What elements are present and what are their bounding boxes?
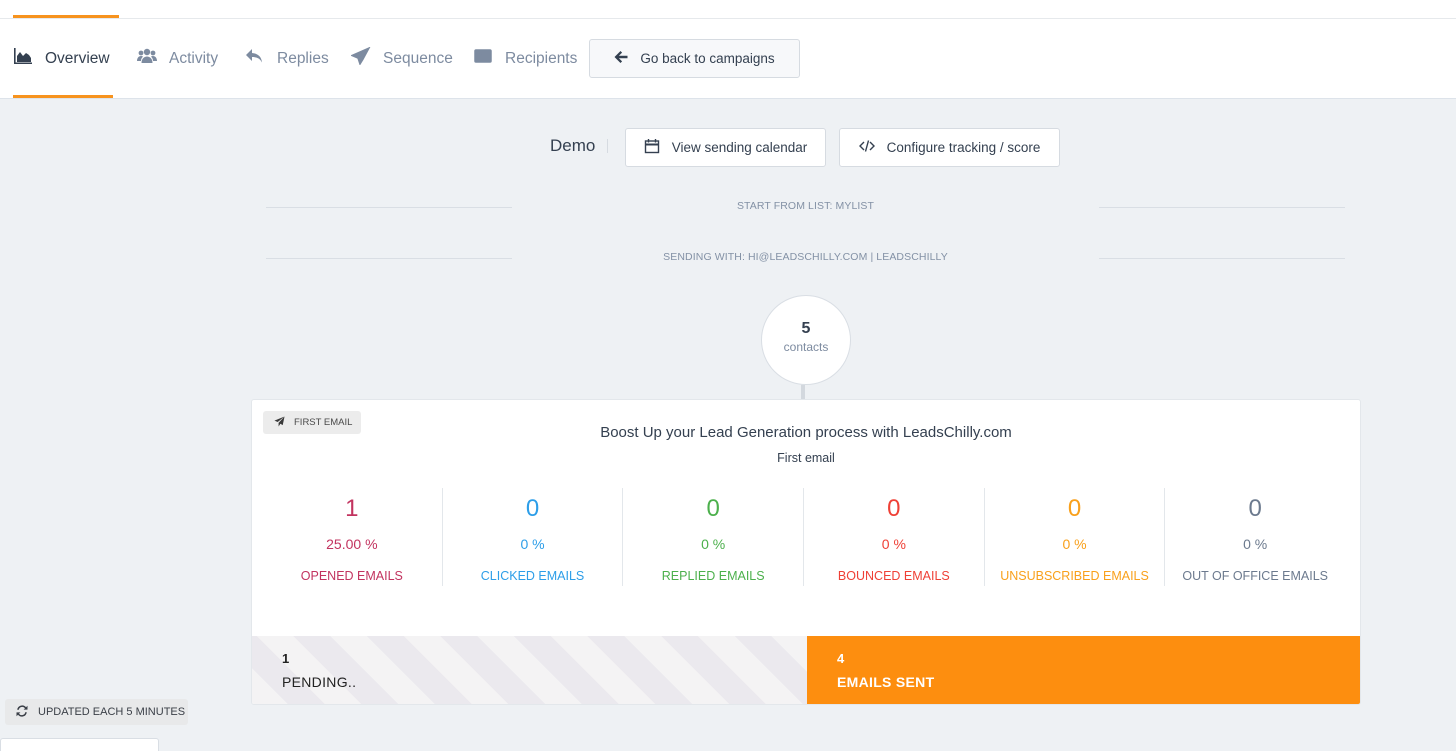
users-icon — [137, 47, 157, 70]
stat-value: 0 — [525, 495, 540, 522]
sending-with-text: SENDING WITH: HI@LEADSCHILLY.COM | LEADS… — [663, 251, 948, 263]
tab-label: Sequence — [383, 49, 453, 67]
top-accent-bar — [13, 15, 119, 18]
stat-label: UNSUBSCRIBED EMAILS — [1000, 569, 1149, 583]
sequence-connector — [801, 385, 805, 400]
start-from-list-text: START FROM LIST: MYLIST — [736, 200, 875, 212]
divider-line — [1099, 258, 1345, 259]
email-stats: 1 25.00 % OPENED EMAILS 0 0 % CLICKED EM… — [262, 488, 1345, 586]
name-separator — [607, 139, 608, 153]
stat-out-of-office: 0 0 % OUT OF OFFICE EMAILS — [1165, 488, 1345, 586]
stat-unsubscribed: 0 0 % UNSUBSCRIBED EMAILS — [985, 488, 1166, 586]
email-subject: Boost Up your Lead Generation process wi… — [600, 424, 1012, 441]
tab-label: Overview — [45, 49, 110, 67]
envelope-icon — [473, 47, 493, 70]
calendar-icon — [644, 138, 660, 157]
stat-label: BOUNCED EMAILS — [837, 569, 950, 583]
refresh-icon — [16, 704, 28, 720]
sent-count: 4 — [837, 651, 845, 666]
stat-label: REPLIED EMAILS — [661, 569, 765, 583]
code-icon — [858, 138, 875, 157]
tab-label: Replies — [277, 49, 329, 67]
tab-recipients[interactable]: Recipients — [473, 19, 577, 98]
step-name: First email — [777, 451, 835, 465]
stat-opened: 1 25.00 % OPENED EMAILS — [262, 488, 443, 586]
start-from-list-info: START FROM LIST: MYLIST — [266, 198, 1345, 218]
paper-plane-icon — [350, 46, 371, 70]
stat-percent: 25.00 % — [326, 536, 378, 552]
stat-replied: 0 0 % REPLIED EMAILS — [623, 488, 805, 586]
stat-label: OUT OF OFFICE EMAILS — [1182, 569, 1328, 583]
pending-label: PENDING.. — [282, 674, 357, 690]
tab-label: Activity — [169, 49, 219, 67]
configure-tracking-button[interactable]: Configure tracking / score — [839, 128, 1060, 167]
stat-clicked: 0 0 % CLICKED EMAILS — [443, 488, 624, 586]
sending-progress-bar: 1 PENDING.. 4 EMAILS SENT — [252, 636, 1360, 704]
contacts-count: 5 — [801, 320, 811, 337]
update-frequency-badge: UPDATED EACH 5 MINUTES — [5, 699, 188, 725]
back-button-label: Go back to campaigns — [640, 51, 775, 66]
top-strip — [0, 0, 1456, 19]
tab-label: Recipients — [505, 49, 578, 67]
tab-sequence[interactable]: Sequence — [350, 19, 453, 98]
contacts-label: contacts — [783, 340, 829, 354]
pending-count: 1 — [282, 651, 290, 666]
arrow-left-icon — [614, 50, 628, 67]
divider-line — [1099, 207, 1345, 208]
tab-overview[interactable]: Overview — [13, 19, 113, 98]
campaign-nav: Overview Activity Replies Sequence Recip… — [0, 19, 1456, 99]
stat-value: 1 — [345, 495, 359, 522]
stat-percent: 0 % — [520, 536, 545, 552]
stat-label: OPENED EMAILS — [300, 569, 403, 583]
sent-label: EMAILS SENT — [837, 674, 935, 690]
tab-activity[interactable]: Activity — [137, 19, 218, 98]
view-sending-calendar-button[interactable]: View sending calendar — [625, 128, 826, 167]
configure-tracking-label: Configure tracking / score — [886, 140, 1041, 155]
bottom-panel — [0, 738, 159, 751]
stat-value: 0 — [1248, 495, 1262, 522]
stat-bounced: 0 0 % BOUNCED EMAILS — [804, 488, 985, 586]
pending-segment: 1 PENDING.. — [252, 636, 807, 704]
stat-value: 0 — [1067, 495, 1082, 522]
stat-value: 0 — [706, 495, 720, 522]
stat-percent: 0 % — [1243, 536, 1268, 552]
stat-value: 0 — [887, 495, 901, 522]
campaign-name: Demo — [550, 136, 596, 155]
stat-percent: 0 % — [1062, 536, 1087, 552]
tab-replies[interactable]: Replies — [245, 19, 329, 98]
sent-segment: 4 EMAILS SENT — [807, 636, 1360, 704]
sequence-step-card: FIRST EMAIL Boost Up your Lead Generatio… — [251, 399, 1361, 705]
go-back-to-campaigns-button[interactable]: Go back to campaigns — [589, 39, 800, 78]
update-frequency-label: UPDATED EACH 5 MINUTES — [38, 706, 186, 718]
contacts-count-circle: 5 contacts — [761, 295, 851, 385]
stat-label: CLICKED EMAILS — [480, 569, 585, 583]
stat-percent: 0 % — [881, 536, 906, 552]
view-calendar-label: View sending calendar — [671, 140, 808, 155]
reply-icon — [245, 47, 265, 70]
stat-percent: 0 % — [701, 536, 726, 552]
area-chart-icon — [13, 47, 33, 70]
sending-with-info: SENDING WITH: HI@LEADSCHILLY.COM | LEADS… — [266, 249, 1345, 269]
